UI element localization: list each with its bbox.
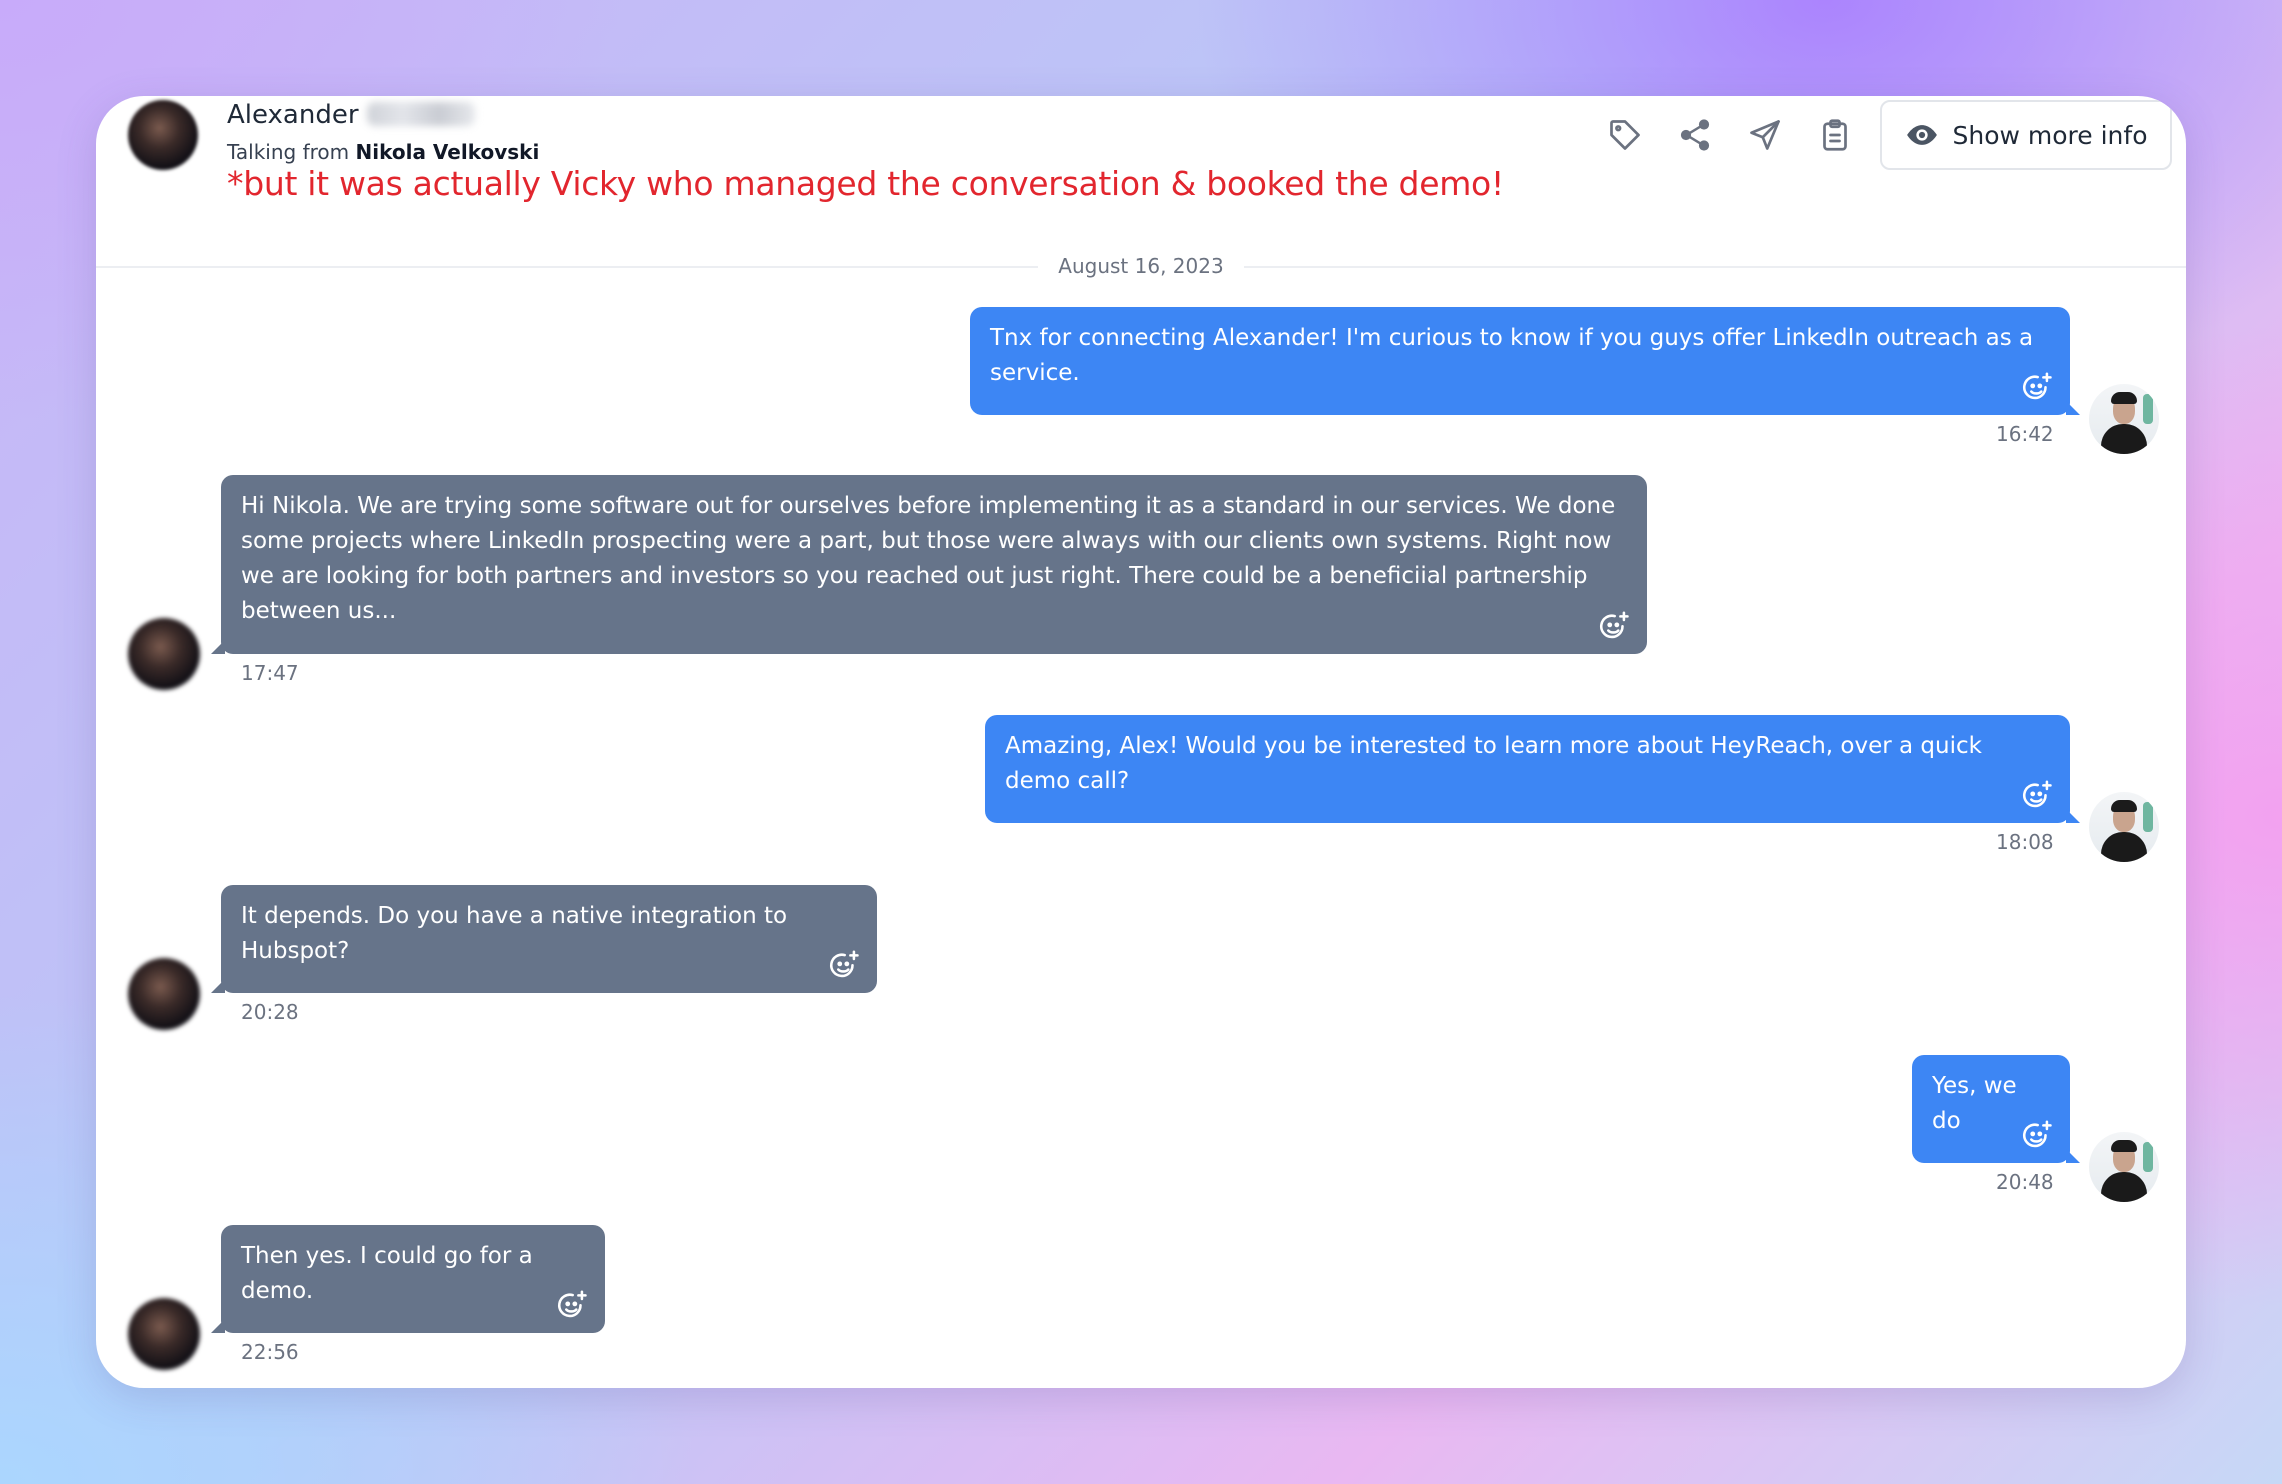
message-bubble-incoming[interactable]: Hi Nikola. We are trying some software o… [211, 475, 1647, 654]
add-reaction-icon[interactable] [555, 1289, 589, 1323]
add-reaction-icon[interactable] [2020, 371, 2054, 405]
sender-account-name: Nikola Velkovski [355, 140, 540, 164]
send-button[interactable] [1730, 99, 1800, 171]
message-time: 20:28 [241, 1000, 299, 1024]
message-bubble-incoming[interactable]: Then yes. I could go for a demo. [211, 1225, 605, 1333]
add-reaction-icon[interactable] [827, 949, 861, 983]
sender-avatar [2089, 792, 2159, 862]
add-reaction-icon[interactable] [1597, 610, 1631, 644]
contact-avatar [128, 618, 200, 690]
eye-icon [1906, 125, 1937, 145]
share-icon [1680, 119, 1710, 151]
contact-avatar [128, 1298, 200, 1370]
contact-avatar [128, 958, 200, 1030]
message-time: 20:48 [1996, 1170, 2054, 1194]
header-actions: Show more info [1590, 99, 2172, 171]
message-text: It depends. Do you have a native integra… [241, 903, 788, 964]
talking-from-prefix: Talking from [227, 140, 350, 164]
message-text: Then yes. I could go for a demo. [241, 1243, 533, 1304]
message-list: Tnx for connecting Alexander! I'm curiou… [96, 268, 2186, 1388]
conversation-window: Alexander Talking from Nikola Velkovski … [96, 96, 2186, 1388]
message-time: 16:42 [1996, 422, 2054, 446]
annotation-note: *but it was actually Vicky who managed t… [227, 164, 1504, 203]
conversation-header: Alexander Talking from Nikola Velkovski … [96, 96, 2186, 268]
message-text: Yes, we do [1932, 1073, 2017, 1134]
message-time: 17:47 [241, 661, 299, 685]
tag-icon [1610, 120, 1640, 150]
message-text: Tnx for connecting Alexander! I'm curiou… [990, 325, 2034, 386]
clipboard-icon [1823, 119, 1847, 151]
talking-from: Talking from Nikola Velkovski [227, 140, 539, 164]
show-more-info-label: Show more info [1952, 120, 2148, 150]
message-bubble-outgoing[interactable]: Amazing, Alex! Would you be interested t… [985, 715, 2080, 823]
message-time: 18:08 [1996, 830, 2054, 854]
message-text: Hi Nikola. We are trying some software o… [241, 493, 1616, 624]
sender-avatar [2089, 384, 2159, 454]
add-reaction-icon[interactable] [2020, 1119, 2054, 1153]
notes-button[interactable] [1800, 99, 1870, 171]
share-button[interactable] [1660, 99, 1730, 171]
message-text: Amazing, Alex! Would you be interested t… [1005, 733, 1982, 794]
tag-button[interactable] [1590, 99, 1660, 171]
message-bubble-outgoing[interactable]: Tnx for connecting Alexander! I'm curiou… [970, 307, 2080, 415]
message-bubble-outgoing[interactable]: Yes, we do [1912, 1055, 2080, 1163]
contact-last-name-redacted [366, 102, 475, 126]
contact-avatar[interactable] [128, 100, 198, 170]
show-more-info-button[interactable]: Show more info [1880, 100, 2172, 170]
contact-first-name: Alexander [227, 100, 359, 130]
message-bubble-incoming[interactable]: It depends. Do you have a native integra… [211, 885, 877, 993]
send-icon [1750, 120, 1780, 150]
sender-avatar [2089, 1132, 2159, 1202]
add-reaction-icon[interactable] [2020, 779, 2054, 813]
message-time: 22:56 [241, 1340, 299, 1364]
contact-name: Alexander [227, 100, 475, 130]
